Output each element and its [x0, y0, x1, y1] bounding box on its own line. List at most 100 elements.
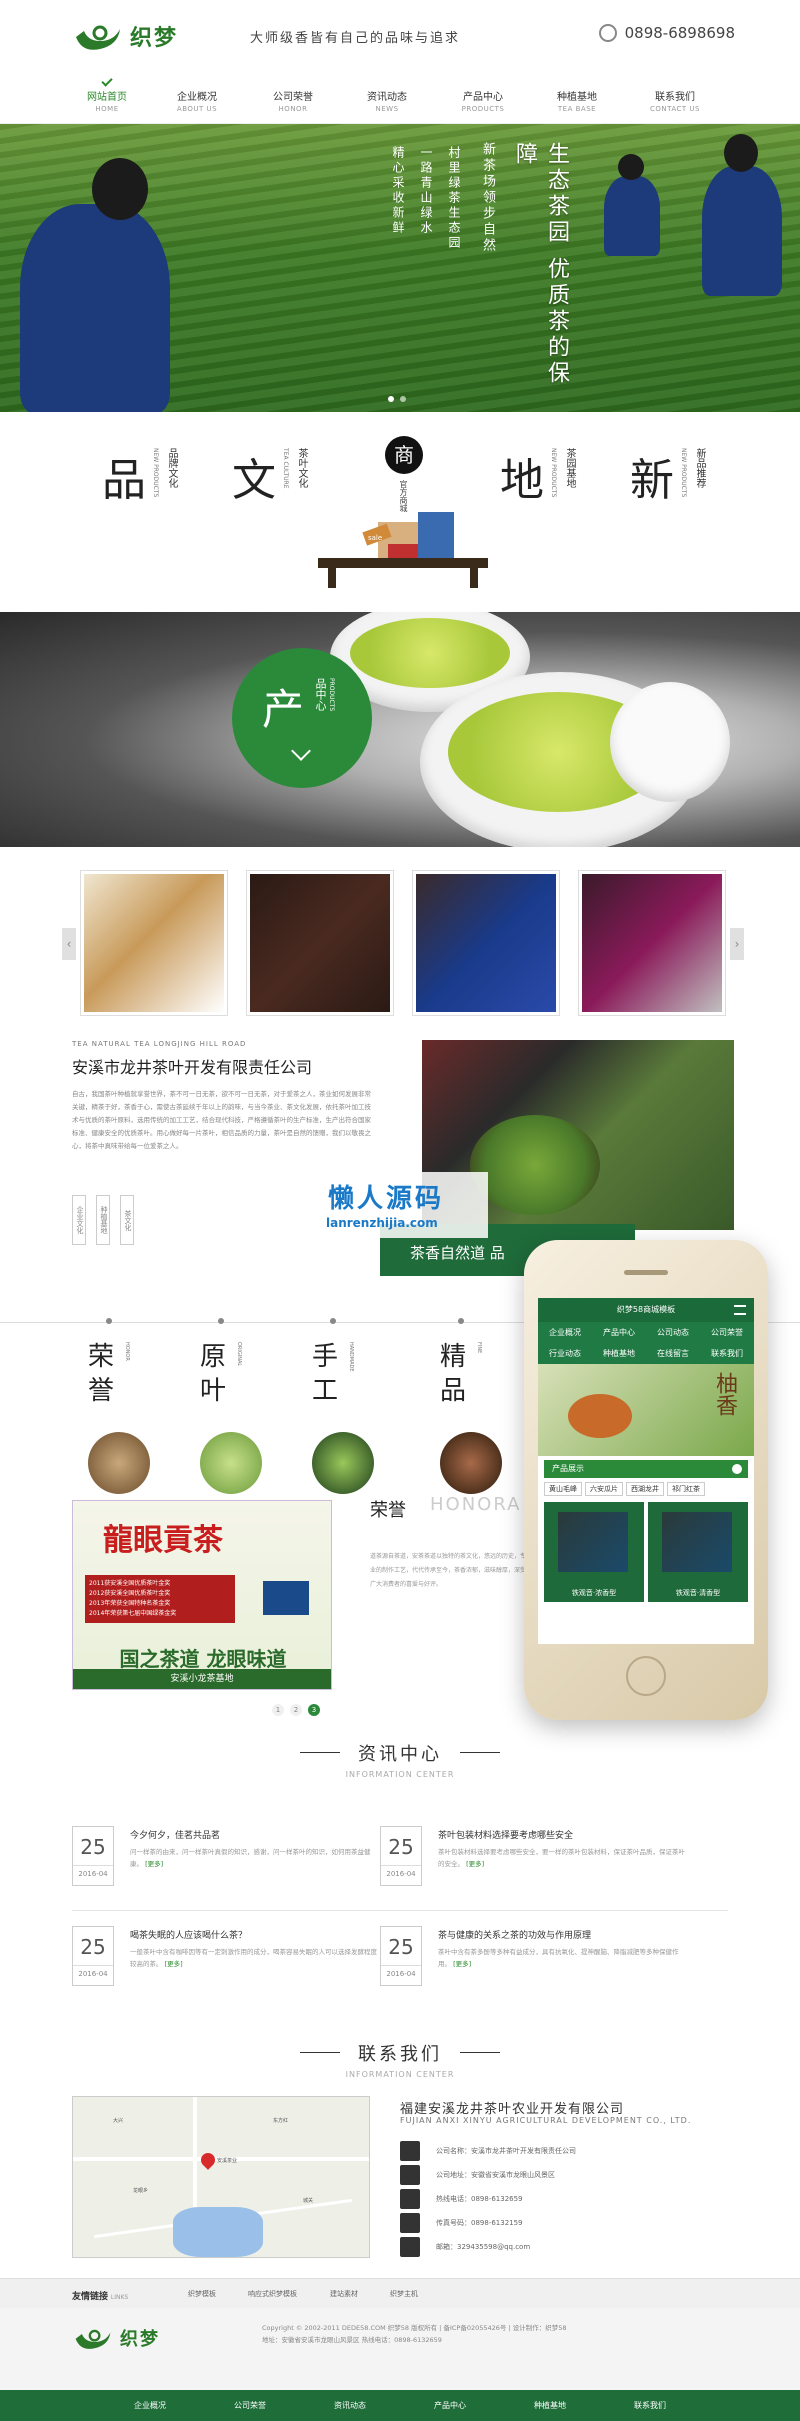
- friend-link[interactable]: 建站素材: [330, 2289, 358, 2299]
- category-culture[interactable]: 文 茶叶文化 TEA CULTURE: [232, 444, 307, 508]
- logo-text: 织梦: [130, 26, 179, 51]
- tea-picker-figure: [604, 176, 660, 256]
- mobile-screen: 织梦58商城模板 企业概况 产品中心 公司动态 公司荣誉 行业动态 种植基地 在…: [538, 1298, 754, 1644]
- nav-item-news[interactable]: 资讯动态 NEWS: [352, 88, 422, 113]
- news-title-link[interactable]: 今夕何夕，佳茗共品茗: [130, 1828, 220, 1841]
- news-more-link[interactable]: [更多]: [466, 1860, 484, 1868]
- mobile-nav-item[interactable]: 种植基地: [592, 1343, 646, 1364]
- mobile-nav-item[interactable]: 公司荣誉: [700, 1322, 754, 1343]
- about-tag[interactable]: 企业文化: [72, 1195, 86, 1245]
- logo[interactable]: 织梦: [72, 16, 232, 56]
- bottom-nav-item[interactable]: 种植基地: [510, 2400, 590, 2411]
- nav-item-products[interactable]: 产品中心 PRODUCTS: [448, 88, 518, 113]
- products-circle[interactable]: 产 品中心 PRODUCTS: [232, 648, 372, 788]
- mobile-nav-item[interactable]: 公司动态: [646, 1322, 700, 1343]
- contact-text[interactable]: 邮箱：329435598@qq.com: [436, 2242, 530, 2252]
- menu-icon[interactable]: [734, 1305, 746, 1315]
- news-more-link[interactable]: [更多]: [145, 1860, 163, 1868]
- hero-banner[interactable]: 生态茶园 优质茶的保障 新茶场领步自然 村里绿茶生态园 一路青山绿水 精心采收新…: [0, 124, 800, 412]
- product-thumb[interactable]: [578, 870, 726, 1016]
- home-icon: [400, 2141, 420, 2161]
- product-thumb[interactable]: [246, 870, 394, 1016]
- news-month: 2016-04: [381, 1865, 421, 1878]
- friend-links: 友情链接 LINKS 织梦模板 响应式织梦模板 建站素材 织梦主机: [0, 2278, 800, 2308]
- about-title: 安溪市龙井茶叶开发有限责任公司: [72, 1058, 313, 1077]
- news-item[interactable]: 25 2016-04 喝茶失眠的人应该喝什么茶？ 一般茶叶中含有咖啡因等有一定刺…: [72, 1926, 382, 1996]
- feature-original[interactable]: 原叶 ORIGINAL: [200, 1318, 262, 1494]
- news-item[interactable]: 25 2016-04 茶叶包装材料选择要考虑哪些安全 茶叶包装材料选择要考虑哪些…: [380, 1826, 690, 1896]
- about-tag[interactable]: 种植基地: [96, 1195, 110, 1245]
- bottom-nav-item[interactable]: 产品中心: [410, 2400, 490, 2411]
- about-tag[interactable]: 茶文化: [120, 1195, 134, 1245]
- tea-picker-figure: [20, 204, 170, 412]
- friend-link[interactable]: 织梦模板: [188, 2289, 216, 2299]
- news-item[interactable]: 25 2016-04 今夕何夕，佳茗共品茗 问一样茶的由来，问一样茶叶真假的知识…: [72, 1826, 382, 1896]
- sale-tag: sale: [368, 534, 382, 542]
- category-brand[interactable]: 品 品牌文化 NEW PRODUCTS: [102, 444, 177, 508]
- feature-fine[interactable]: 精品 FINE: [440, 1318, 502, 1494]
- prev-arrow-icon[interactable]: ‹: [62, 928, 76, 960]
- mobile-product[interactable]: 铁观音·清香型: [648, 1502, 748, 1602]
- mobile-nav-item[interactable]: 联系我们: [700, 1343, 754, 1364]
- mobile-nav-item[interactable]: 行业动态: [538, 1343, 592, 1364]
- nav-item-honor[interactable]: 公司荣誉 HONOR: [258, 88, 328, 113]
- news-item[interactable]: 25 2016-04 茶与健康的关系之茶的功效与作用原理 茶叶中含有茶多酚等多种…: [380, 1926, 690, 1996]
- mobile-tag[interactable]: 六安瓜片: [585, 1482, 623, 1496]
- map-label: 龙眼乡: [133, 2188, 149, 2194]
- mobile-tag[interactable]: 西湖龙井: [626, 1482, 664, 1496]
- more-icon[interactable]: [732, 1464, 742, 1474]
- news-title-link[interactable]: 茶叶包装材料选择要考虑哪些安全: [438, 1828, 573, 1841]
- nav-item-contact[interactable]: 联系我们 CONTACT US: [640, 88, 710, 113]
- mobile-product[interactable]: 铁观音·浓香型: [544, 1502, 644, 1602]
- feature-honor[interactable]: 荣誉 HONOR: [88, 1318, 150, 1494]
- news-date: 25 2016-04: [72, 1926, 114, 1986]
- category-char: 新: [630, 455, 674, 506]
- page-button[interactable]: 3: [308, 1704, 320, 1716]
- nav-item-about[interactable]: 企业概况 ABOUT US: [162, 88, 232, 113]
- carousel-dot[interactable]: [388, 396, 394, 402]
- contact-row: 传真号码：0898-6132159: [400, 2212, 523, 2234]
- map-label: 东方红: [273, 2118, 289, 2124]
- nav-item-tea-base[interactable]: 种植基地 TEA BASE: [542, 88, 612, 113]
- product-thumb[interactable]: [80, 870, 228, 1016]
- friend-link[interactable]: 响应式织梦模板: [248, 2289, 297, 2299]
- carousel-dot[interactable]: [400, 396, 406, 402]
- next-arrow-icon[interactable]: ›: [730, 928, 744, 960]
- check-icon: [101, 75, 113, 87]
- store-badge[interactable]: 商: [385, 436, 423, 474]
- news-title-link[interactable]: 喝茶失眠的人应该喝什么茶？: [130, 1928, 247, 1941]
- category-label: 新品推荐: [694, 448, 705, 488]
- news-title-link[interactable]: 茶与健康的关系之茶的功效与作用原理: [438, 1928, 591, 1941]
- news-more-link[interactable]: [更多]: [165, 1960, 183, 1968]
- bottom-nav-item[interactable]: 联系我们: [610, 2400, 690, 2411]
- mobile-tag[interactable]: 黄山毛峰: [544, 1482, 582, 1496]
- mobile-section-bar: 产品展示: [544, 1460, 748, 1478]
- bottom-nav-item[interactable]: 资讯动态: [310, 2400, 390, 2411]
- bottom-nav-item[interactable]: 公司荣誉: [210, 2400, 290, 2411]
- category-label-en: NEW PRODUCTS: [550, 448, 557, 498]
- mobile-nav-item[interactable]: 产品中心: [592, 1322, 646, 1343]
- bottom-nav-item[interactable]: 企业概况: [110, 2400, 190, 2411]
- feature-image: [200, 1432, 262, 1494]
- location-map[interactable]: 大兴 东方红 安溪茶业 龙眼乡 城关: [72, 2096, 370, 2258]
- footer-copyright: Copyright © 2002-2011 DEDE58.COM 织梦58 版权…: [262, 2322, 567, 2346]
- address-line: 地址：安徽省安溪市龙眼山风景区 热线电话：0898-6132659: [262, 2336, 442, 2344]
- mobile-nav-item[interactable]: 企业概况: [538, 1322, 592, 1343]
- header-phone: 0898-6898698: [598, 24, 735, 42]
- mobile-tag[interactable]: 祁门红茶: [667, 1482, 705, 1496]
- page-button[interactable]: 2: [290, 1704, 302, 1716]
- honor-image[interactable]: 龍眼貢茶 2011获安溪全国优质茶叶金奖 2012获安溪全国优质茶叶金奖 201…: [72, 1500, 332, 1690]
- nav-label-en: TEA BASE: [557, 105, 597, 113]
- news-more-link[interactable]: [更多]: [453, 1960, 471, 1968]
- page-button[interactable]: 1: [272, 1704, 284, 1716]
- nav-item-home[interactable]: 网站首页 HOME: [72, 75, 142, 113]
- footer-logo[interactable]: 织梦: [72, 2322, 202, 2354]
- footer-logo-text: 织梦: [120, 2329, 160, 2350]
- mobile-nav-item[interactable]: 在线留言: [646, 1343, 700, 1364]
- category-new[interactable]: 新 新品推荐 NEW PRODUCTS: [630, 444, 705, 508]
- friend-link[interactable]: 织梦主机: [390, 2289, 418, 2299]
- category-base[interactable]: 地 茶园基地 NEW PRODUCTS: [500, 444, 575, 508]
- product-thumb[interactable]: [412, 870, 560, 1016]
- feature-handmade[interactable]: 手工 HANDMADE: [312, 1318, 374, 1494]
- product-image: [558, 1512, 628, 1572]
